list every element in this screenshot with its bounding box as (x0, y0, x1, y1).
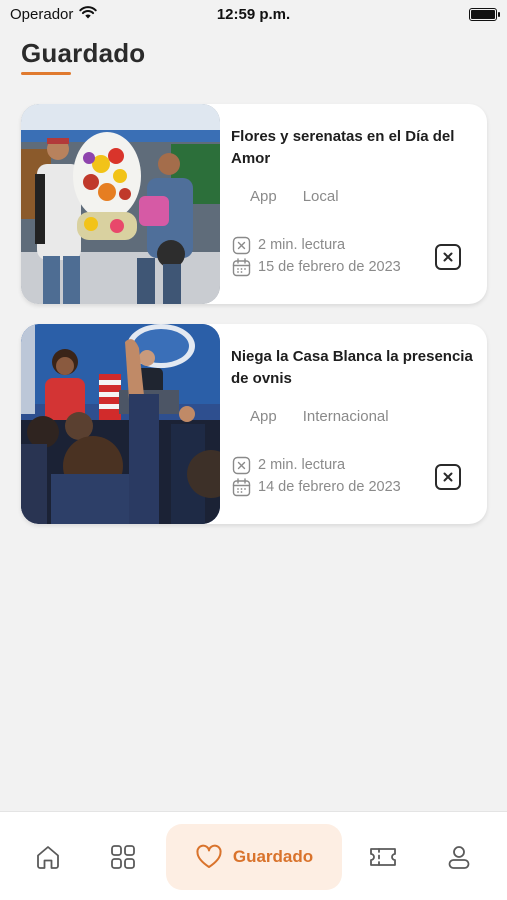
calendar-icon (232, 477, 251, 497)
home-icon (37, 846, 59, 869)
tab-saved-label: Guardado (232, 847, 314, 866)
heart-icon (196, 844, 222, 868)
article-title[interactable]: Flores y serenatas en el Día del Amor (231, 126, 476, 170)
publish-date: 14 de febrero de 2023 (258, 479, 401, 495)
grid-icon (111, 845, 135, 869)
status-time: 12:59 p.m. (216, 5, 291, 23)
date-row: 15 de febrero de 2023 (232, 256, 401, 278)
tag[interactable]: Internacional (303, 408, 389, 425)
article-title[interactable]: Niega la Casa Blanca la presencia de ovn… (231, 346, 476, 390)
status-left: Operador (10, 5, 98, 23)
battery-icon (469, 7, 500, 21)
tab-home[interactable] (33, 842, 63, 872)
remove-saved-button[interactable] (435, 464, 461, 490)
tab-tickets[interactable] (368, 842, 398, 872)
remove-saved-button[interactable] (435, 244, 461, 270)
article-tags: App Local (250, 188, 339, 205)
tag[interactable]: App (250, 408, 277, 425)
carrier-label: Operador (10, 5, 74, 23)
ticket-icon (370, 848, 396, 866)
publish-date: 15 de febrero de 2023 (258, 259, 401, 275)
tab-profile[interactable] (444, 842, 474, 872)
saved-article-card[interactable]: Flores y serenatas en el Día del Amor Ap… (21, 104, 487, 304)
close-icon (443, 472, 453, 482)
article-thumbnail[interactable] (21, 324, 220, 524)
reading-time-row: 2 min. lectura (232, 454, 401, 476)
page-title: Guardado (21, 38, 146, 68)
tab-saved[interactable]: Guardado (166, 824, 342, 890)
article-meta: 2 min. lectura 14 de febrero de 2023 (232, 454, 401, 498)
article-meta: 2 min. lectura 15 de febrero de 2023 (232, 234, 401, 278)
date-row: 14 de febrero de 2023 (232, 476, 401, 498)
clock-icon (232, 236, 251, 255)
clock-icon (232, 456, 251, 475)
tab-categories[interactable] (108, 842, 138, 872)
article-thumbnail[interactable] (21, 104, 220, 304)
calendar-icon (232, 257, 251, 277)
article-tags: App Internacional (250, 408, 389, 425)
wifi-icon (79, 5, 98, 23)
reading-time: 2 min. lectura (258, 457, 346, 473)
saved-article-card[interactable]: Niega la Casa Blanca la presencia de ovn… (21, 324, 487, 524)
tag[interactable]: Local (303, 188, 339, 205)
reading-time-row: 2 min. lectura (232, 234, 401, 256)
user-icon (448, 846, 470, 869)
tag[interactable]: App (250, 188, 277, 205)
close-icon (443, 252, 453, 262)
reading-time: 2 min. lectura (258, 237, 346, 253)
title-underline (21, 72, 71, 75)
status-bar: Operador 12:59 p.m. (0, 0, 507, 28)
bottom-tab-bar: Guardado (0, 811, 507, 900)
